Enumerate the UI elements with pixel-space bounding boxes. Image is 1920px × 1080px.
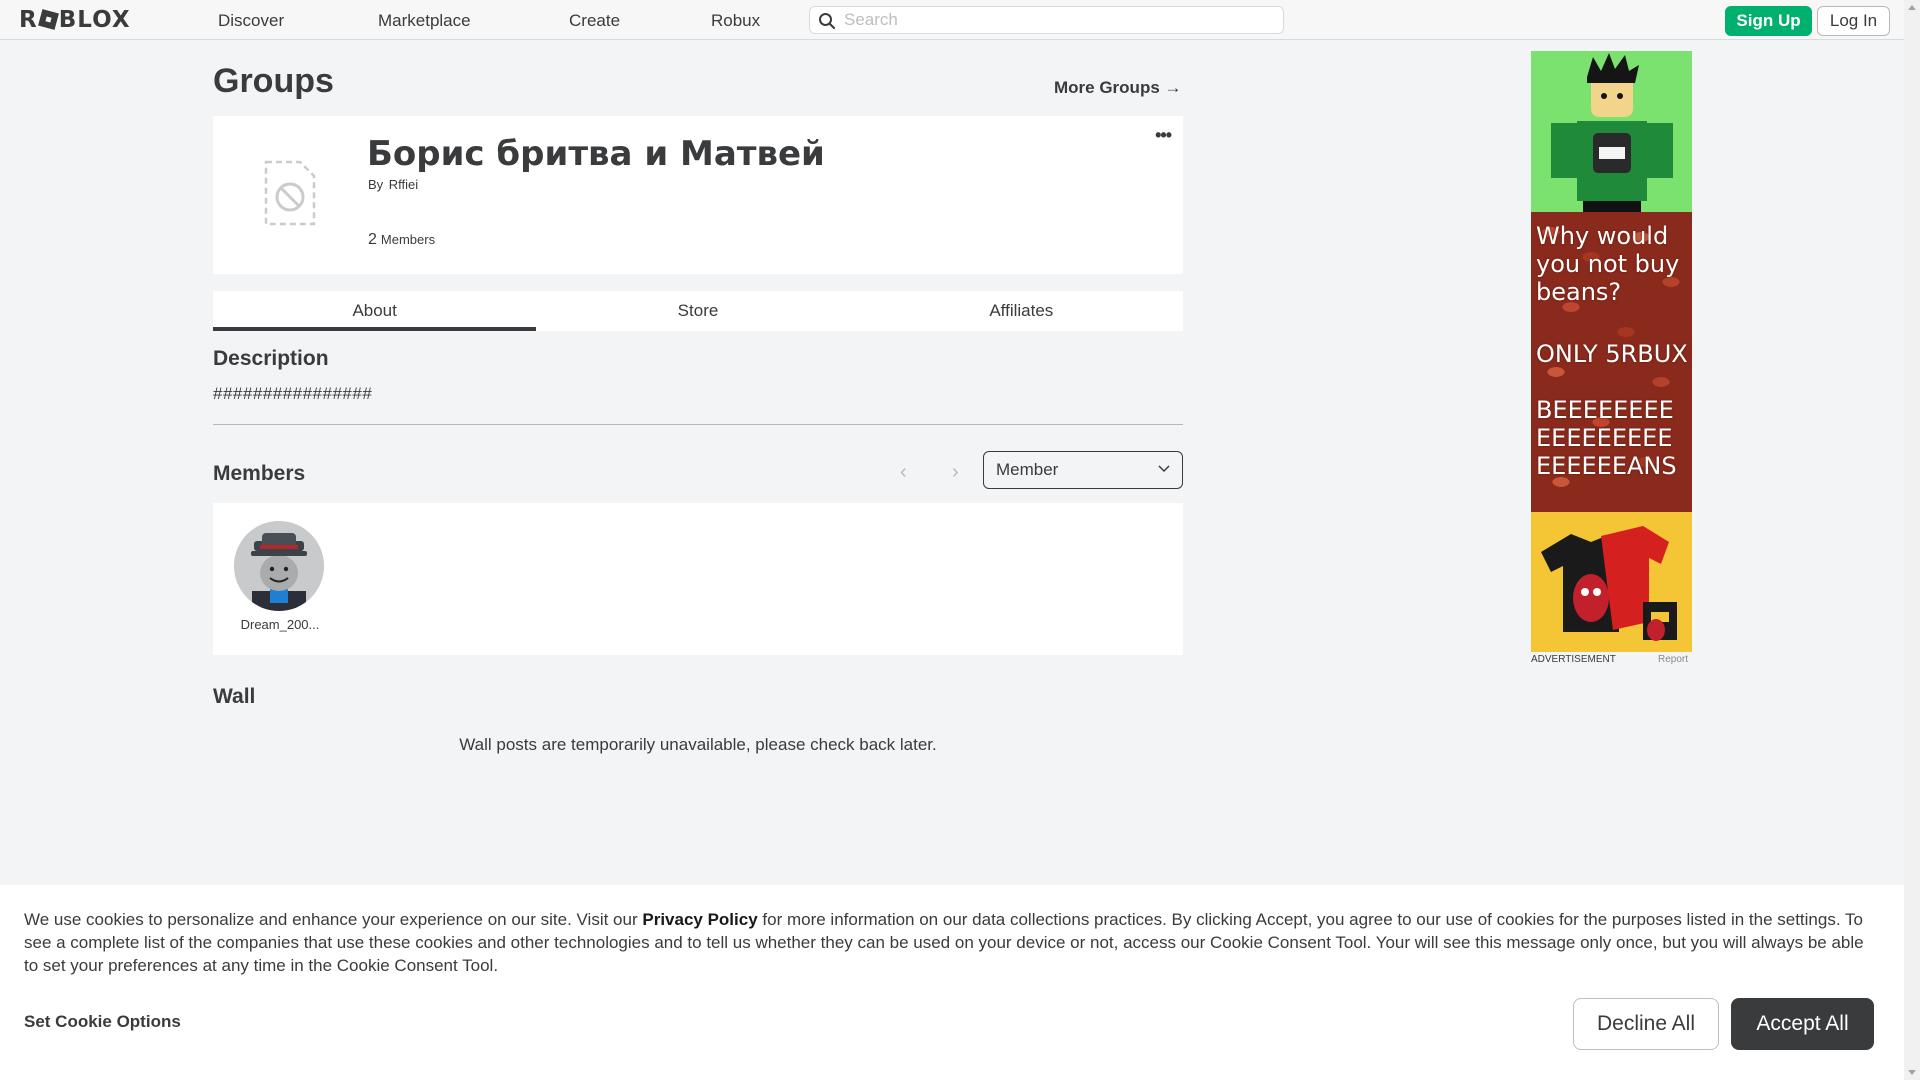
group-name: Борис бритва и Матвей — [367, 134, 825, 174]
avatar-image — [234, 521, 324, 611]
more-groups-link[interactable]: More Groups → — [1054, 78, 1182, 98]
group-owner-link[interactable]: Rffiei — [389, 177, 418, 192]
members-list: Dream_200... — [213, 503, 1183, 655]
cookie-consent-banner: We use cookies to personalize and enhanc… — [0, 885, 1904, 1080]
description-text: ################ — [213, 384, 373, 403]
member-count-number: 2 — [368, 231, 377, 248]
tab-affiliates[interactable]: Affiliates — [860, 291, 1183, 331]
nav-discover[interactable]: Discover — [218, 11, 284, 31]
wall-heading: Wall — [213, 685, 256, 708]
advertisement-banner[interactable]: Why would you not buy beans? ONLY 5RBUX … — [1531, 51, 1692, 652]
cookie-text-before: We use cookies to personalize and enhanc… — [24, 910, 643, 929]
scroll-down-arrow-icon[interactable] — [1908, 1070, 1916, 1075]
group-more-options-icon[interactable]: ••• — [1155, 126, 1172, 144]
tab-store[interactable]: Store — [536, 291, 859, 331]
ad-avatar-figure — [1531, 51, 1692, 212]
nav-create[interactable]: Create — [569, 11, 620, 31]
member-name[interactable]: Dream_200... — [234, 617, 326, 632]
advertisement-label: ADVERTISEMENT — [1531, 654, 1616, 665]
ad-shirt-graphic — [1531, 512, 1692, 652]
description-heading: Description — [213, 347, 329, 370]
role-select-value: Member — [996, 460, 1059, 479]
cookie-message: We use cookies to personalize and enhanc… — [24, 908, 1880, 977]
sign-up-button[interactable]: Sign Up — [1725, 6, 1812, 36]
accept-all-button[interactable]: Accept All — [1731, 998, 1874, 1050]
set-cookie-options-link[interactable]: Set Cookie Options — [24, 1012, 181, 1032]
member-count: 2 Members — [368, 231, 435, 249]
ad-price-text: ONLY 5RBUX — [1536, 340, 1688, 368]
nav-robux[interactable]: Robux — [711, 11, 760, 31]
group-header-card: Борис бритва и Матвей By Rffiei 2 Members… — [213, 116, 1183, 274]
ad-beans-text: BEEEEEEEE EEEEEEEEE EEEEEEANS — [1536, 396, 1677, 480]
group-owner-line: By Rffiei — [368, 177, 418, 192]
search-icon — [819, 13, 835, 29]
group-emblem-placeholder-icon — [264, 160, 316, 226]
group-tabs: About Store Affiliates — [213, 291, 1183, 331]
top-navigation-bar: R BLOX Discover Marketplace Create Robux … — [0, 0, 1904, 40]
wall-unavailable-message: Wall posts are temporarily unavailable, … — [459, 735, 937, 754]
vertical-scrollbar[interactable] — [1904, 0, 1920, 1080]
chevron-down-icon — [1158, 465, 1170, 473]
ad-avatar-image — [1531, 51, 1692, 212]
search-box — [809, 6, 1284, 34]
ad-headline: Why would you not buy beans? — [1536, 222, 1680, 306]
by-label: By — [368, 177, 384, 192]
privacy-policy-link[interactable]: Privacy Policy — [642, 910, 757, 929]
page-title: Groups — [213, 62, 334, 100]
decline-all-button[interactable]: Decline All — [1573, 998, 1719, 1050]
roblox-logo[interactable]: R BLOX — [19, 7, 131, 33]
search-input[interactable] — [844, 10, 1274, 30]
member-avatar[interactable] — [234, 521, 324, 611]
member-role-select[interactable]: Member — [983, 451, 1183, 489]
nav-marketplace[interactable]: Marketplace — [378, 11, 471, 31]
tab-about[interactable]: About — [213, 291, 537, 331]
members-prev-page-icon[interactable]: ‹ — [900, 461, 907, 484]
ad-shirt-image — [1531, 512, 1692, 652]
members-heading: Members — [213, 462, 306, 485]
ad-beans-image: Why would you not buy beans? ONLY 5RBUX … — [1531, 212, 1692, 512]
member-tile[interactable]: Dream_200... — [234, 521, 326, 632]
section-divider — [213, 424, 1183, 425]
log-in-button[interactable]: Log In — [1817, 6, 1890, 36]
member-count-label: Members — [380, 232, 436, 247]
scroll-up-arrow-icon[interactable] — [1908, 5, 1916, 10]
ad-report-link[interactable]: Report — [1658, 654, 1688, 665]
members-next-page-icon[interactable]: › — [952, 461, 959, 484]
